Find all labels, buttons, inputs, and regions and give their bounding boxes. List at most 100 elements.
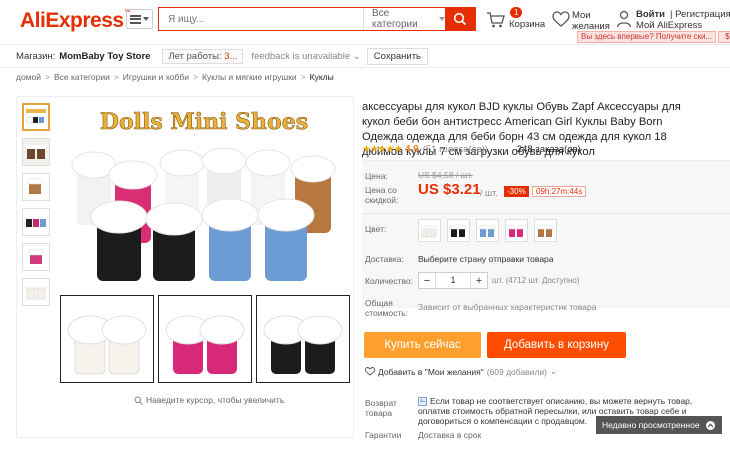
thumbnail-2[interactable] xyxy=(22,138,50,166)
store-feedback-label: feedback is unavailable xyxy=(251,50,351,62)
chevron-up-icon xyxy=(705,420,715,430)
quantity-label: Количество: xyxy=(365,276,414,286)
rating-value: 4.9 xyxy=(404,144,419,155)
banner-title: Dolls Mini Shoes xyxy=(100,109,308,135)
zoom-hint: Наведите курсор, чтобы увеличить xyxy=(134,395,284,405)
cart-link[interactable]: 1 Корзина xyxy=(486,7,546,35)
add-to-cart-button[interactable]: Добавить в корзину xyxy=(487,332,626,358)
chevron-down-icon: ⌄ xyxy=(549,366,558,376)
breadcrumb: домой > Все категории > Игрушки и хобби > Кукл… xyxy=(16,72,334,82)
breadcrumb-current: Куклы xyxy=(309,72,334,82)
save-store-button[interactable]: Сохранить xyxy=(366,47,428,65)
register-link[interactable]: | Регистрация xyxy=(670,9,730,20)
cart-icon xyxy=(487,12,505,28)
store-years-value: 3 xyxy=(224,50,230,62)
votes-link[interactable]: (51 голоса(ов)) ⌄ xyxy=(423,144,499,155)
chevron-down-icon xyxy=(143,17,149,21)
search-button[interactable] xyxy=(445,8,475,30)
buy-now-button[interactable]: Купить сейчас xyxy=(364,332,481,358)
site-header: AliExpress™ Все категории 1 Корзина Мои … xyxy=(0,0,730,44)
color-label: Цвет: xyxy=(365,224,387,234)
magnifier-icon xyxy=(134,396,143,405)
quantity-input[interactable]: 1 xyxy=(435,273,471,288)
thumbnail-4[interactable] xyxy=(22,208,50,236)
recently-viewed-label: Недавно просмотренное xyxy=(602,420,700,430)
total-value: Зависит от выбранных характеристик товар… xyxy=(418,302,597,312)
quantity-available: шт. (4712 шт. Доступно) xyxy=(492,276,580,285)
recently-viewed-button[interactable]: Недавно просмотренное xyxy=(596,416,722,434)
search-bar: Все категории xyxy=(158,7,476,31)
breadcrumb-all-categories[interactable]: Все категории xyxy=(54,72,110,82)
return-icon xyxy=(418,397,427,406)
search-icon xyxy=(453,12,467,26)
category-menu-button[interactable] xyxy=(126,9,153,29)
swatch-black[interactable] xyxy=(447,219,470,242)
store-years-badge[interactable]: Лет работы: 3... xyxy=(162,48,244,64)
per-unit: / шт. xyxy=(480,188,498,198)
old-price: US $4,58 / шт. xyxy=(418,170,473,180)
preview-white-boots[interactable] xyxy=(60,295,154,383)
color-swatches xyxy=(418,219,557,242)
wishlist-label: Мои желания xyxy=(572,10,610,32)
currency-selector[interactable]: $ xyxy=(718,31,730,43)
sale-price: US $3.21 xyxy=(418,181,481,198)
breadcrumb-dolls-plush[interactable]: Куклы и мягкие игрушки xyxy=(202,72,297,82)
guarantee-label: Гарантии xyxy=(365,430,402,440)
swatch-white[interactable] xyxy=(418,219,441,242)
store-bar: Магазин: MomBaby Toy Store Лет работы: 3… xyxy=(0,44,730,68)
shipping-select[interactable]: Выберите страну отправки товара xyxy=(418,254,554,264)
add-to-wishlist-label: Добавить в "Мои желания" xyxy=(378,366,484,377)
rating-row: ★★★★★ 4.9 (51 голоса(ов)) ⌄ 248 заказа(о… xyxy=(362,144,581,155)
return-label: Возврат товара xyxy=(365,398,397,418)
breadcrumb-home[interactable]: домой xyxy=(16,72,41,82)
discount-price-label: Цена со скидкой: xyxy=(365,185,399,205)
zoom-hint-text: Наведите курсор, чтобы увеличить xyxy=(146,395,285,405)
category-select-label: Все категории xyxy=(372,8,418,30)
my-aliexpress-link[interactable]: Мой AliExpress xyxy=(636,20,702,31)
promo-text[interactable]: Вы здесь впервые? Получите ски... xyxy=(577,31,717,43)
search-input[interactable] xyxy=(159,8,363,30)
hamburger-icon xyxy=(130,14,141,24)
store-label: Магазин: xyxy=(16,50,56,62)
main-product-image[interactable]: Dolls Mini Shoes xyxy=(57,101,351,289)
promo-banner: Вы здесь впервые? Получите ски... $ xyxy=(577,31,730,43)
votes-count: (51 голоса(ов)) xyxy=(422,144,489,155)
user-icon xyxy=(616,10,632,28)
quantity-increase-button[interactable]: + xyxy=(471,273,487,288)
guarantee-text: Доставка в срок xyxy=(418,430,482,440)
add-to-wishlist[interactable]: Добавить в "Мои желания" (609 добавили) … xyxy=(365,366,557,377)
heart-icon xyxy=(365,367,375,376)
cart-label: Корзина xyxy=(509,19,546,30)
swatch-pink[interactable] xyxy=(505,219,528,242)
preview-black-boots[interactable] xyxy=(256,295,350,383)
store-years-label: Лет работы: xyxy=(168,50,222,62)
login-link[interactable]: Войти xyxy=(636,9,665,20)
category-select[interactable]: Все категории xyxy=(363,8,445,30)
thumbnail-list xyxy=(22,103,52,313)
aliexpress-logo[interactable]: AliExpress™ xyxy=(20,9,131,33)
swatch-brown[interactable] xyxy=(534,219,557,242)
thumbnail-6[interactable] xyxy=(22,278,50,306)
thumbnail-1[interactable] xyxy=(22,103,50,131)
orders-count: 248 заказа(ов) xyxy=(516,144,581,155)
wishlist-count: (609 добавили) xyxy=(486,366,547,377)
preview-pink-boots[interactable] xyxy=(158,295,252,383)
total-label: Общая стоимость: xyxy=(365,298,409,318)
store-name[interactable]: MomBaby Toy Store xyxy=(59,51,150,62)
thumbnail-3[interactable] xyxy=(22,173,50,201)
price-label: Цена: xyxy=(365,171,388,181)
star-rating-icon: ★★★★★ xyxy=(362,144,403,155)
swatch-blue[interactable] xyxy=(476,219,499,242)
quantity-decrease-button[interactable]: − xyxy=(419,273,435,288)
heart-icon xyxy=(552,11,570,27)
countdown-timer: 09h:27m:44s xyxy=(532,186,587,197)
quantity-stepper: − 1 + xyxy=(418,272,488,289)
thumbnail-5[interactable] xyxy=(22,243,50,271)
register-label: Регистрация xyxy=(675,9,730,20)
discount-badge: -30% xyxy=(504,186,529,197)
breadcrumb-toys[interactable]: Игрушки и хобби xyxy=(123,72,189,82)
variant-preview-row xyxy=(60,295,350,383)
store-feedback[interactable]: feedback is unavailable ⌄ xyxy=(251,51,360,62)
shipping-label: Доставка: xyxy=(365,254,404,264)
product-gallery: Dolls Mini Shoes Наведите курсор, чтобы … xyxy=(16,96,354,438)
